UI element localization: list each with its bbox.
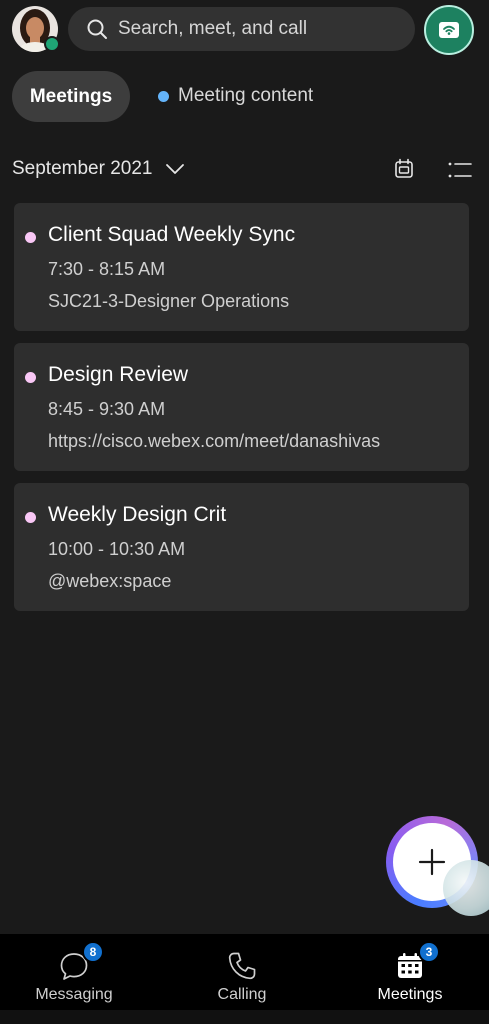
plus-icon (418, 848, 446, 876)
device-connect-icon (439, 22, 459, 38)
meeting-card[interactable]: Client Squad Weekly Sync 7:30 - 8:15 AM … (14, 203, 469, 331)
tab-meeting-content-label: Meeting content (178, 85, 314, 106)
nav-messaging[interactable]: 8 Messaging (4, 934, 144, 1010)
meeting-card[interactable]: Design Review 8:45 - 9:30 AM https://cis… (14, 343, 469, 471)
meeting-status-dot (25, 372, 36, 383)
tab-meeting-content[interactable]: Meeting content (158, 80, 313, 112)
search-bar[interactable]: Search, meet, and call (68, 7, 415, 51)
avatar[interactable] (12, 6, 60, 52)
meeting-location: https://cisco.webex.com/meet/danashivas (48, 431, 381, 451)
presence-status-indicator (44, 36, 60, 52)
search-placeholder: Search, meet, and call (118, 18, 308, 39)
tab-meetings-label: Meetings (29, 85, 113, 107)
nav-calling-label: Calling (217, 986, 267, 1003)
messaging-badge: 8 (82, 941, 104, 963)
nav-meetings[interactable]: 3 Meetings (340, 934, 480, 1010)
nav-calling[interactable]: Calling (172, 934, 312, 1010)
search-icon (87, 19, 107, 39)
meeting-time: 10:00 - 10:30 AM (48, 539, 186, 559)
device-connect-button[interactable] (424, 5, 474, 55)
meeting-status-dot (25, 232, 36, 243)
calendar-icon[interactable] (391, 156, 417, 182)
bottom-navigation: 8 Messaging Calling 3 Meetings (0, 934, 489, 1010)
new-meeting-fab[interactable] (386, 816, 489, 916)
chevron-down-icon (165, 164, 184, 174)
nav-meetings-icon-wrap: 3 (394, 941, 440, 982)
meeting-location: @webex:space (48, 571, 172, 591)
meeting-card[interactable]: Weekly Design Crit 10:00 - 10:30 AM @web… (14, 483, 469, 611)
nav-messaging-icon-wrap: 8 (58, 941, 104, 982)
meeting-title: Weekly Design Crit (48, 503, 227, 526)
month-selector[interactable]: September 2021 (12, 154, 185, 184)
meeting-title: Design Review (48, 363, 189, 386)
meeting-location: SJC21-3-Designer Operations (48, 291, 290, 311)
nav-calling-icon-wrap (226, 950, 258, 982)
meeting-time: 7:30 - 8:15 AM (48, 259, 166, 279)
nav-messaging-label: Messaging (35, 986, 113, 1003)
list-icon[interactable] (446, 157, 474, 183)
meetings-badge: 3 (418, 941, 440, 963)
meeting-title: Client Squad Weekly Sync (48, 223, 296, 246)
meeting-time: 8:45 - 9:30 AM (48, 399, 166, 419)
meeting-status-dot (25, 512, 36, 523)
unread-dot (158, 90, 169, 102)
phone-icon (228, 952, 256, 980)
nav-meetings-label: Meetings (377, 986, 443, 1003)
top-bar: Search, meet, and call (0, 0, 489, 60)
tab-meetings[interactable]: Meetings (12, 71, 130, 122)
month-label: September 2021 (12, 158, 153, 179)
system-gesture-bar (0, 1010, 489, 1024)
floating-assistive-bubble[interactable] (443, 860, 489, 916)
